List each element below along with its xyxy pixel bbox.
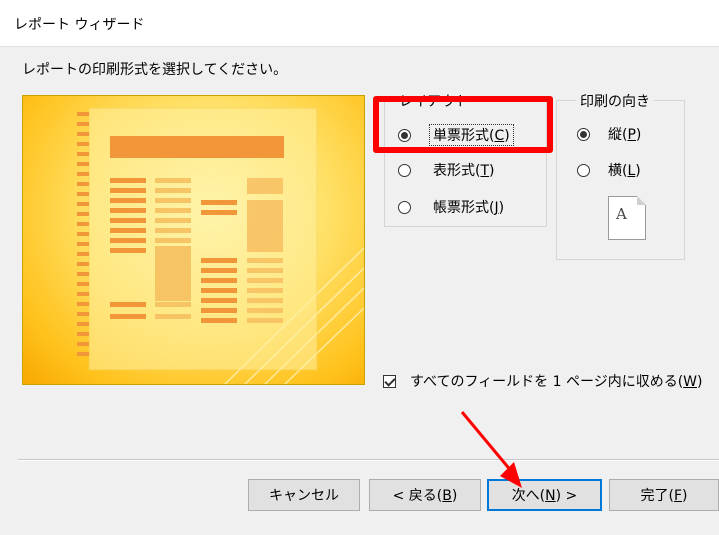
title-bar: レポート ウィザード (0, 0, 719, 47)
cancel-button[interactable]: キャンセル (248, 479, 360, 511)
back-button[interactable]: < 戻る(B) (369, 479, 481, 511)
fit-one-page-label: すべてのフィールドを 1 ページ内に収める(W) (410, 374, 703, 390)
orientation-group-legend: 印刷の向き (576, 91, 654, 111)
fit-one-page-checkbox-indicator[interactable] (383, 374, 396, 388)
radio-tabular-label: 表形式(T) (433, 163, 495, 179)
radio-portrait[interactable]: 縦(P) (577, 124, 641, 144)
radio-tabular[interactable]: 表形式(T) (398, 160, 495, 180)
radio-justified-label: 帳票形式(J) (433, 200, 505, 216)
page-fold-corner (637, 196, 646, 205)
footer-separator-highlight (18, 460, 719, 461)
radio-landscape-indicator[interactable] (577, 163, 590, 177)
radio-portrait-label: 縦(P) (608, 127, 642, 143)
preview-illustration (77, 107, 364, 384)
red-arrow-shaft (460, 411, 514, 473)
radio-landscape[interactable]: 横(L) (577, 160, 641, 180)
fit-one-page-checkbox[interactable]: すべてのフィールドを 1 ページ内に収める(W) (383, 371, 702, 391)
back-button-label: < 戻る(B) (392, 488, 458, 504)
next-button-label: 次へ(N) > (511, 488, 578, 504)
window-title: レポート ウィザード (14, 17, 145, 33)
finish-button[interactable]: 完了(F) (609, 479, 719, 511)
radio-portrait-indicator[interactable] (577, 127, 590, 141)
instruction-text: レポートの印刷形式を選択してください。 (22, 62, 288, 78)
layout-preview-image (22, 95, 365, 385)
radio-justified[interactable]: 帳票形式(J) (398, 197, 504, 217)
portrait-page-icon: A (608, 196, 646, 240)
radio-justified-indicator[interactable] (398, 200, 411, 214)
radio-landscape-label: 横(L) (608, 163, 641, 179)
radio-tabular-indicator[interactable] (398, 163, 411, 177)
page-letter: A (616, 205, 627, 223)
cancel-button-label: キャンセル (269, 488, 339, 504)
next-button[interactable]: 次へ(N) > (487, 479, 602, 511)
red-highlight-box (373, 96, 553, 153)
finish-button-label: 完了(F) (640, 488, 688, 504)
